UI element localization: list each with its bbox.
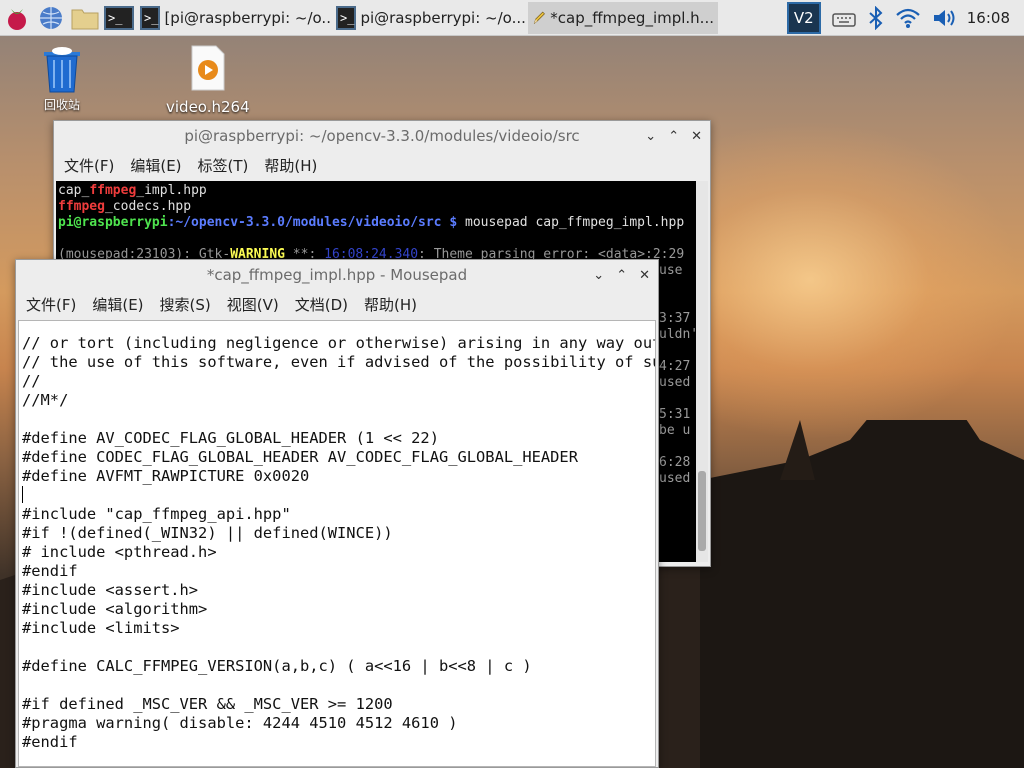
code-line: #endif: [22, 733, 78, 751]
volume-icon[interactable]: [931, 7, 957, 29]
menu-tabs[interactable]: 标签(T): [198, 155, 249, 176]
menu-help[interactable]: 帮助(H): [364, 294, 417, 315]
trash-icon: [44, 47, 80, 93]
code-line: #pragma warning( disable: 4244 4510 4512…: [22, 714, 458, 732]
system-tray: V2 16:08: [786, 1, 1024, 34]
code-line: #define AV_CODEC_FLAG_GLOBAL_HEADER (1 <…: [22, 429, 439, 447]
file-manager-icon[interactable]: [68, 0, 102, 36]
menu-document[interactable]: 文档(D): [295, 294, 348, 315]
chevron-up-icon[interactable]: ⌃: [616, 268, 627, 283]
window-title: pi@raspberrypi: ~/opencv-3.3.0/modules/v…: [184, 127, 580, 145]
bluetooth-icon[interactable]: [867, 5, 885, 30]
code-line: #if !(defined(_WIN32) || defined(WINCE)): [22, 524, 393, 542]
menu-edit[interactable]: 编辑(E): [92, 294, 143, 315]
text-cursor: [22, 486, 23, 503]
task-terminal-1[interactable]: >_ [pi@raspberrypi: ~/o...: [136, 2, 332, 34]
window-title: *cap_ffmpeg_impl.hpp - Mousepad: [206, 266, 468, 284]
terminal-line: ffmpeg_codecs.hpp: [58, 199, 192, 214]
desktop-video-file[interactable]: video.h264: [166, 44, 250, 116]
code-line: //: [22, 372, 41, 390]
menu-edit[interactable]: 编辑(E): [130, 155, 181, 176]
clock[interactable]: 16:08: [967, 9, 1010, 27]
code-line: #include <limits>: [22, 619, 180, 637]
video-file-icon: [191, 45, 225, 91]
mousepad-window: *cap_ffmpeg_impl.hpp - Mousepad ⌄ ⌃ ✕ 文件…: [15, 259, 659, 768]
code-line: #define AVFMT_RAWPICTURE 0x0020: [22, 467, 310, 485]
code-line: #include "cap_ffmpeg_api.hpp": [22, 505, 291, 523]
scrollbar-thumb[interactable]: [698, 471, 706, 551]
terminal-line: cap_ffmpeg_impl.hpp: [58, 183, 207, 198]
menu-file[interactable]: 文件(F): [26, 294, 76, 315]
code-line: #endif: [22, 562, 78, 580]
task-label: *cap_ffmpeg_impl.h...: [550, 8, 714, 27]
wifi-icon[interactable]: [895, 7, 921, 29]
terminal-menubar: 文件(F) 编辑(E) 标签(T) 帮助(H): [54, 151, 710, 179]
code-line: #define CODEC_FLAG_GLOBAL_HEADER AV_CODE…: [22, 448, 578, 466]
desktop-video-label: video.h264: [166, 98, 250, 116]
code-line: #if defined _MSC_VER && _MSC_VER >= 1200: [22, 695, 393, 713]
raspberry-menu-icon[interactable]: [0, 0, 34, 36]
terminal-icon: >_: [140, 5, 161, 30]
web-browser-icon[interactable]: [34, 0, 68, 36]
task-label: pi@raspberrypi: ~/o...: [360, 8, 526, 27]
close-icon[interactable]: ✕: [639, 268, 650, 283]
terminal-launcher-icon[interactable]: >_: [102, 0, 136, 36]
keyboard-icon[interactable]: [831, 8, 857, 28]
code-content: // or tort (including negligence or othe…: [19, 321, 656, 752]
task-terminal-2[interactable]: >_ pi@raspberrypi: ~/o...: [332, 2, 528, 34]
code-line: # include <pthread.h>: [22, 543, 217, 561]
task-mousepad[interactable]: *cap_ffmpeg_impl.h...: [528, 1, 718, 34]
menu-help[interactable]: 帮助(H): [264, 155, 317, 176]
terminal-scrollbar[interactable]: [696, 181, 708, 562]
text-editor[interactable]: // or tort (including negligence or othe…: [18, 320, 656, 767]
code-line: #include <algorithm>: [22, 600, 208, 618]
code-line: // the use of this software, even if adv…: [22, 353, 655, 371]
mousepad-titlebar[interactable]: *cap_ffmpeg_impl.hpp - Mousepad ⌄ ⌃ ✕: [16, 260, 658, 290]
chevron-up-icon[interactable]: ⌃: [668, 129, 679, 144]
chevron-down-icon[interactable]: ⌄: [593, 268, 604, 283]
menu-search[interactable]: 搜索(S): [160, 294, 211, 315]
desktop-trash-label: 回收站: [43, 98, 80, 112]
desktop-trash[interactable]: 回收站: [40, 46, 84, 113]
code-line: //M*/: [22, 391, 69, 409]
code-line: #define CALC_FFMPEG_VERSION(a,b,c) ( a<<…: [22, 657, 532, 675]
taskbar: >_ >_ [pi@raspberrypi: ~/o... >_ pi@rasp…: [0, 0, 1024, 36]
chevron-down-icon[interactable]: ⌄: [645, 129, 656, 144]
close-icon[interactable]: ✕: [691, 129, 702, 144]
mousepad-menubar: 文件(F) 编辑(E) 搜索(S) 视图(V) 文档(D) 帮助(H): [16, 290, 658, 318]
terminal-icon: >_: [336, 5, 357, 30]
vnc-icon[interactable]: V2: [786, 1, 821, 34]
code-line: [22, 486, 655, 505]
pencil-icon: [533, 11, 545, 24]
code-line: // or tort (including negligence or othe…: [22, 334, 656, 352]
code-line: #include <assert.h>: [22, 581, 199, 599]
terminal-titlebar[interactable]: pi@raspberrypi: ~/opencv-3.3.0/modules/v…: [54, 121, 710, 151]
terminal-line: pi@raspberrypi:~/opencv-3.3.0/modules/vi…: [58, 215, 685, 230]
menu-view[interactable]: 视图(V): [227, 294, 279, 315]
task-label: [pi@raspberrypi: ~/o...: [164, 8, 332, 27]
menu-file[interactable]: 文件(F): [64, 155, 114, 176]
